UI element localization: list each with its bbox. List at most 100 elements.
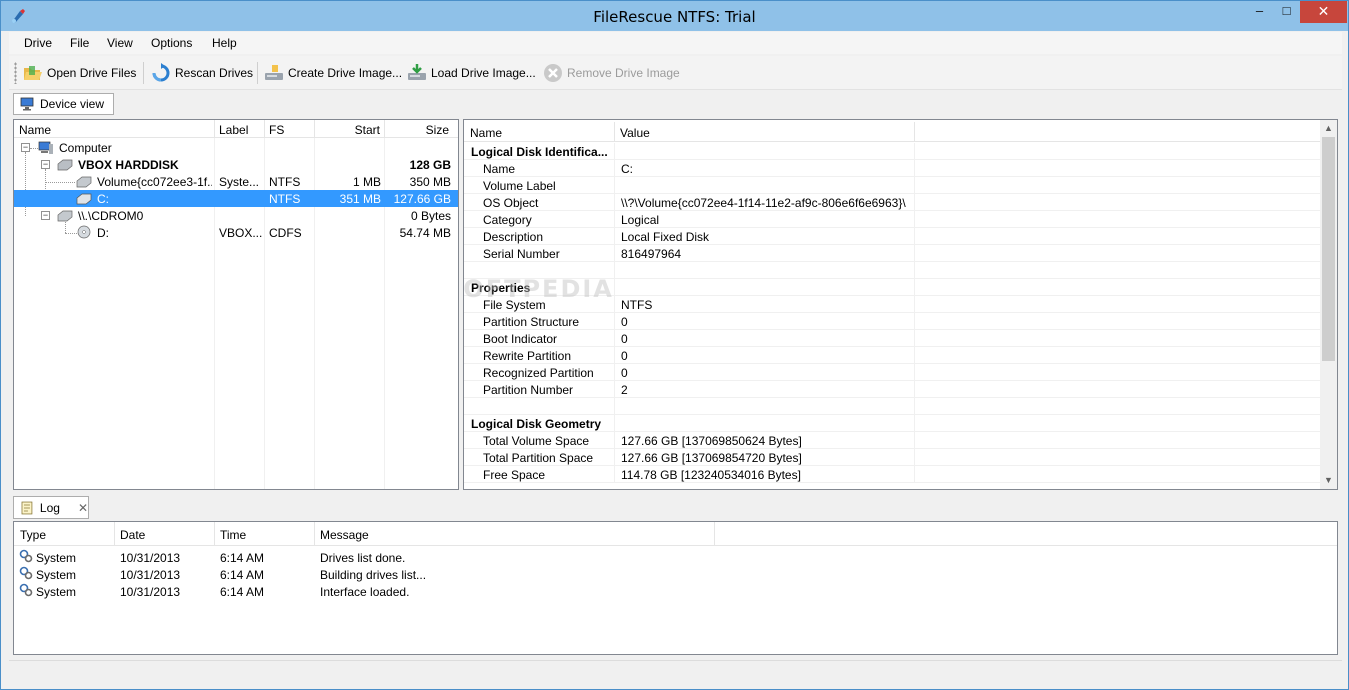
grid-line: [614, 313, 615, 330]
toolbar: Open Drive Files Rescan Drives Create Dr…: [9, 56, 1342, 90]
menu-drive[interactable]: Drive: [24, 36, 52, 50]
property-row[interactable]: Boot Indicator 0: [464, 330, 1322, 347]
property-row[interactable]: Name C:: [464, 160, 1322, 177]
column-value[interactable]: Value: [620, 126, 650, 140]
log-time: 6:14 AM: [220, 585, 265, 599]
property-row[interactable]: Serial Number 816497964: [464, 245, 1322, 262]
column-start[interactable]: Start: [314, 123, 380, 137]
property-row[interactable]: Category Logical: [464, 211, 1322, 228]
collapse-toggle[interactable]: −: [41, 211, 50, 220]
load-drive-image-label: Load Drive Image...: [431, 66, 536, 80]
property-name: Description: [483, 230, 544, 244]
column-time[interactable]: Time: [220, 528, 246, 542]
grid-line: [914, 330, 915, 347]
tree-row-volume[interactable]: Volume{cc072ee3-1f... Syste... NTFS 1 MB…: [14, 173, 458, 190]
tree-row-harddisk[interactable]: − VBOX HARDDISK 128 GB: [14, 156, 458, 173]
create-drive-image-button[interactable]: Create Drive Image...: [264, 61, 402, 85]
rescan-drives-button[interactable]: Rescan Drives: [151, 61, 253, 85]
menu-help[interactable]: Help: [212, 36, 237, 50]
toolbar-grip[interactable]: [14, 62, 17, 84]
property-row[interactable]: Rewrite Partition 0: [464, 347, 1322, 364]
create-drive-image-label: Create Drive Image...: [288, 66, 403, 80]
log-type: System: [36, 585, 77, 599]
property-row[interactable]: Free Space 114.78 GB [123240534016 Bytes]: [464, 466, 1322, 483]
minimize-button[interactable]: –: [1246, 1, 1273, 23]
node-size: 128 GB: [409, 158, 451, 172]
column-message[interactable]: Message: [320, 528, 369, 542]
property-name: Partition Structure: [483, 315, 580, 329]
open-drive-files-button[interactable]: Open Drive Files: [23, 61, 136, 85]
tab-device-view[interactable]: Device view: [13, 93, 114, 115]
tree-row-cdrom[interactable]: − \\.\CDROM0 0 Bytes: [14, 207, 458, 224]
grid-line: [914, 211, 915, 228]
node-size: 127.66 GB: [393, 192, 451, 206]
log-row[interactable]: System 10/31/2013 6:14 AM Drives list done.: [14, 549, 1337, 566]
column-type[interactable]: Type: [20, 528, 46, 542]
column-fs[interactable]: FS: [269, 123, 284, 137]
property-row[interactable]: Partition Number 2: [464, 381, 1322, 398]
tree-row-drive-c[interactable]: C: NTFS 351 MB 127.66 GB: [14, 190, 458, 207]
log-type: System: [36, 551, 77, 565]
property-group-row[interactable]: Logical Disk Identifica...: [464, 143, 1322, 160]
column-name[interactable]: Name: [470, 126, 502, 140]
grid-line: [914, 432, 915, 449]
collapse-toggle[interactable]: −: [41, 160, 50, 169]
close-button[interactable]: ✕: [1300, 1, 1347, 23]
node-name: \\.\CDROM0: [78, 209, 144, 223]
collapse-toggle[interactable]: −: [21, 143, 30, 152]
maximize-button[interactable]: □: [1273, 1, 1300, 23]
node-name: Computer: [59, 141, 112, 155]
scroll-thumb[interactable]: [1322, 137, 1335, 361]
menu-options[interactable]: Options: [151, 36, 192, 50]
property-name: OS Object: [483, 196, 539, 210]
scroll-up-arrow[interactable]: ▲: [1320, 120, 1337, 137]
property-name: Total Volume Space: [483, 434, 590, 448]
log-row[interactable]: System 10/31/2013 6:14 AM Interface loaded.: [14, 583, 1337, 600]
property-row[interactable]: Total Partition Space 127.66 GB [13706985…: [464, 449, 1322, 466]
node-label: VBOX...: [219, 226, 263, 240]
column-size[interactable]: Size: [384, 123, 449, 137]
property-group-row[interactable]: Logical Disk Geometry: [464, 415, 1322, 432]
remove-drive-image-button[interactable]: Remove Drive Image: [543, 61, 680, 85]
log-row[interactable]: System 10/31/2013 6:14 AM Building drives l…: [14, 566, 1337, 583]
column-divider: [714, 522, 715, 546]
property-name: Recognized Partition: [483, 366, 594, 380]
property-row[interactable]: Volume Label: [464, 177, 1322, 194]
load-drive-image-button[interactable]: Load Drive Image...: [407, 61, 536, 85]
property-row[interactable]: Total Volume Space 127.66 GB [13706985062…: [464, 432, 1322, 449]
property-row[interactable]: [464, 398, 1322, 415]
properties-header: Name Value: [464, 122, 1337, 142]
column-date[interactable]: Date: [120, 528, 145, 542]
column-divider: [214, 120, 215, 138]
node-size: 0 Bytes: [410, 209, 451, 223]
title-bar[interactable]: FileRescue NTFS: Trial – □ ✕: [1, 1, 1348, 31]
grid-line: [614, 398, 615, 415]
column-label[interactable]: Label: [219, 123, 248, 137]
grid-line: [914, 228, 915, 245]
grid-line: [614, 364, 615, 381]
scroll-down-arrow[interactable]: ▼: [1320, 472, 1337, 489]
monitor-icon: [20, 97, 34, 111]
tab-log[interactable]: Log ✕: [13, 496, 89, 519]
property-row[interactable]: Description Local Fixed Disk: [464, 228, 1322, 245]
property-row[interactable]: Recognized Partition 0: [464, 364, 1322, 381]
menu-view[interactable]: View: [107, 36, 133, 50]
grid-line: [914, 279, 915, 296]
grid-line: [614, 245, 615, 262]
column-divider: [914, 122, 915, 142]
column-divider: [614, 122, 615, 142]
property-row[interactable]: OS Object \\?\Volume{cc072ee4-1f14-11e2-a…: [464, 194, 1322, 211]
column-name[interactable]: Name: [19, 123, 51, 137]
grid-line: [614, 143, 615, 160]
grid-line: [914, 347, 915, 364]
properties-scrollbar[interactable]: ▲ ▼: [1320, 120, 1337, 489]
grid-line: [614, 415, 615, 432]
property-row[interactable]: Partition Structure 0: [464, 313, 1322, 330]
node-start: 351 MB: [339, 192, 381, 206]
menu-file[interactable]: File: [70, 36, 89, 50]
tree-row-computer[interactable]: − Computer: [14, 139, 458, 156]
tree-row-drive-d[interactable]: D: VBOX... CDFS 54.74 MB: [14, 224, 458, 241]
property-value: 0: [621, 349, 628, 363]
grid-line: [614, 330, 615, 347]
tab-close-icon[interactable]: ✕: [78, 501, 88, 515]
